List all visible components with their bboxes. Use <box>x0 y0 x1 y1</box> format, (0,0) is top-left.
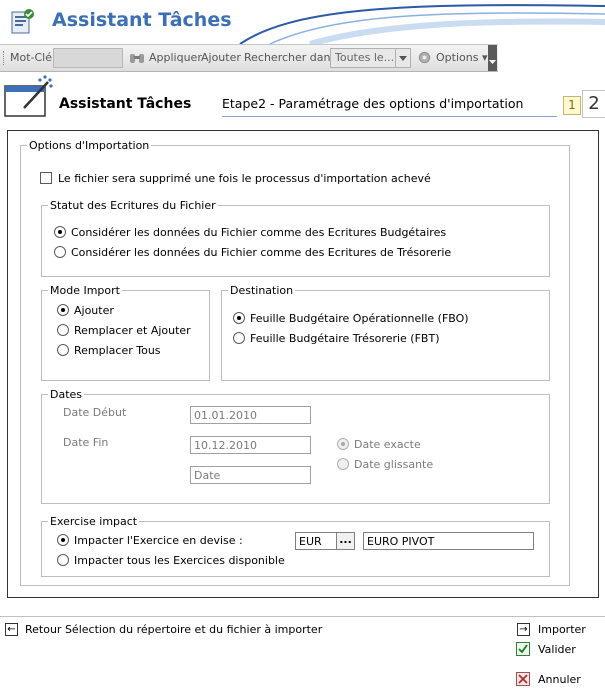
status-treasury-label: Considérer les données du Fichier comme … <box>71 246 452 259</box>
import-button[interactable]: Importer <box>538 623 586 636</box>
currency-name-input[interactable]: EURO PIVOT <box>363 532 534 550</box>
start-date-input[interactable]: 01.01.2010 <box>190 406 311 424</box>
destination-fbt-label: Feuille Budgétaire Trésorerie (FBT) <box>250 332 440 345</box>
status-budget-radio[interactable] <box>54 226 66 238</box>
toolbar: Mot-Clé Appliquer Ajouter Rechercher dan… <box>0 44 498 72</box>
end-date-label: Date Fin <box>63 436 109 449</box>
title-bar: Assistant Tâches <box>0 0 605 44</box>
end-date-input[interactable]: 10.12.2010 <box>190 436 311 454</box>
chevron-down-icon <box>489 60 496 64</box>
keyword-input[interactable] <box>53 48 123 68</box>
keyword-label: Mot-Clé <box>10 51 53 64</box>
sliding-date-radio[interactable] <box>337 458 349 470</box>
toolbar-grip[interactable] <box>3 51 6 65</box>
step-1-tab[interactable]: 1 <box>563 96 581 115</box>
back-link[interactable]: Retour Sélection du répertoire et du fic… <box>25 623 322 636</box>
search-in-label: Rechercher dans <box>244 51 337 64</box>
search-scope-value: Toutes le... <box>335 51 395 64</box>
delete-file-label: Le fichier sera supprimé une fois le pro… <box>58 172 431 185</box>
status-budget-label: Considérer les données du Fichier comme … <box>71 226 447 239</box>
exercise-all-label: Impacter tous les Exercices disponible <box>74 554 285 567</box>
destination-fbo-radio[interactable] <box>233 312 245 324</box>
close-icon <box>518 674 528 684</box>
back-arrow-icon[interactable]: ← <box>5 623 18 636</box>
search-scope-select[interactable]: Toutes le... <box>330 48 411 68</box>
import-arrow-icon[interactable]: → <box>517 623 530 636</box>
mode-replace-add-label: Remplacer et Ajouter <box>74 324 191 337</box>
exact-date-radio[interactable] <box>337 438 349 450</box>
cancel-button[interactable]: Annuler <box>538 673 581 686</box>
wizard-title: Assistant Tâches <box>59 96 192 112</box>
import-mode-legend: Mode Import <box>50 284 120 297</box>
add-button[interactable]: Ajouter <box>201 51 241 64</box>
exercise-all-radio[interactable] <box>57 554 69 566</box>
gear-icon <box>418 51 431 64</box>
step-title: Etape2 - Paramétrage des options d'impor… <box>222 96 524 111</box>
sliding-date-label: Date glissante <box>354 458 434 471</box>
start-date-label: Date Début <box>63 406 127 419</box>
exercise-impact-legend: Exercise impact <box>50 515 138 528</box>
header-swoosh-decoration <box>239 4 605 44</box>
toolbar-overflow-button[interactable] <box>488 45 497 71</box>
app-logo-icon <box>11 9 34 34</box>
entries-status-legend: Statut des Ecritures du Fichier <box>50 199 216 212</box>
import-options-legend: Options d'Importation <box>29 139 150 152</box>
exercise-currency-label: Impacter l'Exercice en devise : <box>74 534 243 547</box>
checkmark-icon <box>518 644 528 654</box>
currency-code-input[interactable]: EUR <box>295 532 337 550</box>
exact-date-label: Date exacte <box>354 438 421 451</box>
destination-legend: Destination <box>230 284 294 297</box>
destination-fbt-radio[interactable] <box>233 332 245 344</box>
status-treasury-radio[interactable] <box>54 246 66 258</box>
mode-replace-add-radio[interactable] <box>57 324 69 336</box>
footer-divider <box>0 616 605 617</box>
mode-replace-all-radio[interactable] <box>57 344 69 356</box>
delete-file-checkbox[interactable] <box>40 172 52 184</box>
cancel-x-icon[interactable] <box>516 672 530 686</box>
options-menu-button[interactable]: Options ▾ <box>436 51 487 64</box>
app-title: Assistant Tâches <box>52 9 232 31</box>
binoculars-icon <box>130 54 144 63</box>
mode-replace-all-label: Remplacer Tous <box>74 344 161 357</box>
validate-button[interactable]: Valider <box>538 643 576 656</box>
apply-button[interactable]: Appliquer <box>149 51 202 64</box>
wizard-window-icon <box>4 75 53 117</box>
mode-add-label: Ajouter <box>74 304 114 317</box>
dropdown-arrow-icon <box>395 49 407 67</box>
exercise-currency-radio[interactable] <box>57 534 69 546</box>
currency-lookup-button[interactable]: ... <box>337 532 355 550</box>
options-label: Options <box>436 51 479 64</box>
validate-check-icon[interactable] <box>516 642 530 656</box>
dates-legend: Dates <box>50 388 83 401</box>
step-2-tab[interactable]: 2 <box>582 90 605 118</box>
step-title-underline <box>222 116 557 117</box>
destination-fbo-label: Feuille Budgétaire Opérationnelle (FBO) <box>250 312 469 325</box>
date-input[interactable]: Date <box>190 466 311 484</box>
mode-add-radio[interactable] <box>57 304 69 316</box>
